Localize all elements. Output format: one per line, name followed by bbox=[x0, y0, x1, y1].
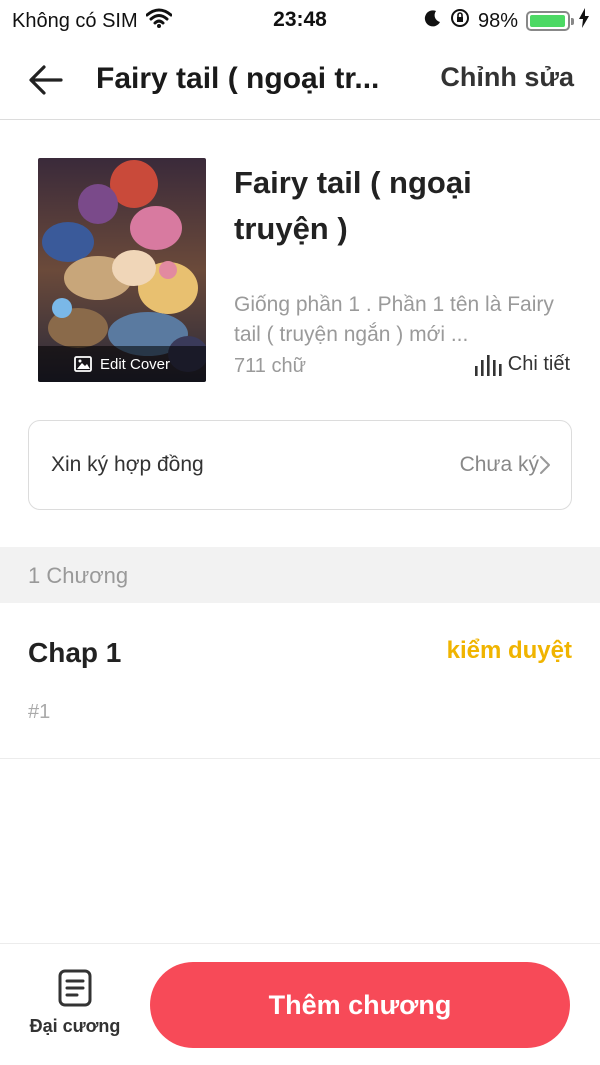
outline-label: Đại cương bbox=[29, 1016, 121, 1036]
contract-status: Chưa ký bbox=[459, 453, 539, 476]
chevron-right-icon bbox=[540, 456, 550, 474]
chapter-section-header: 1 Chương bbox=[0, 547, 600, 603]
arrow-left-icon bbox=[29, 65, 63, 95]
edit-button[interactable]: Chỉnh sửa bbox=[440, 62, 574, 93]
chapter-status-badge: kiểm duyệt bbox=[446, 637, 572, 664]
nav-bar: Fairy tail ( ngoại tr... Chỉnh sửa bbox=[0, 40, 600, 120]
word-count: 711 chữ bbox=[234, 355, 306, 377]
chapter-row[interactable]: Chap 1 kiểm duyệt #1 bbox=[0, 603, 600, 759]
battery-percent: 98% bbox=[477, 9, 518, 32]
document-icon bbox=[58, 969, 92, 1007]
book-title: Fairy tail ( ngoại truyện ) bbox=[234, 165, 472, 246]
add-chapter-button[interactable]: Thêm chương bbox=[150, 962, 570, 1048]
back-button[interactable] bbox=[24, 60, 68, 100]
outline-button[interactable]: Đại cương bbox=[22, 968, 128, 1048]
chapter-number: #1 bbox=[28, 701, 51, 723]
orientation-lock-icon bbox=[450, 8, 470, 34]
battery-icon bbox=[526, 11, 574, 31]
book-cover: Edit Cover bbox=[38, 158, 206, 382]
edit-cover-label: Edit Cover bbox=[99, 355, 171, 373]
status-bar: Không có SIM 23:48 98% bbox=[0, 0, 600, 40]
page-title: Fairy tail ( ngoại tr... bbox=[96, 62, 380, 95]
image-icon bbox=[74, 356, 92, 372]
book-description: Giống phần 1 . Phần 1 tên là Fairy tail … bbox=[234, 293, 554, 346]
bottom-action-bar: Đại cương Thêm chương bbox=[0, 943, 600, 1065]
moon-icon bbox=[424, 9, 442, 33]
chapter-title: Chap 1 bbox=[28, 637, 122, 668]
chapter-count: 1 Chương bbox=[28, 563, 129, 588]
detail-button[interactable]: Chi tiết bbox=[474, 353, 570, 376]
edit-cover-button[interactable]: Edit Cover bbox=[38, 346, 206, 382]
detail-label: Chi tiết bbox=[507, 353, 570, 375]
contract-label: Xin ký hợp đồng bbox=[51, 453, 204, 476]
status-icons: 98% bbox=[424, 8, 590, 34]
stats-bars-icon bbox=[474, 354, 502, 376]
contract-row[interactable]: Xin ký hợp đồng Chưa ký bbox=[28, 420, 572, 510]
charging-icon bbox=[578, 8, 590, 34]
